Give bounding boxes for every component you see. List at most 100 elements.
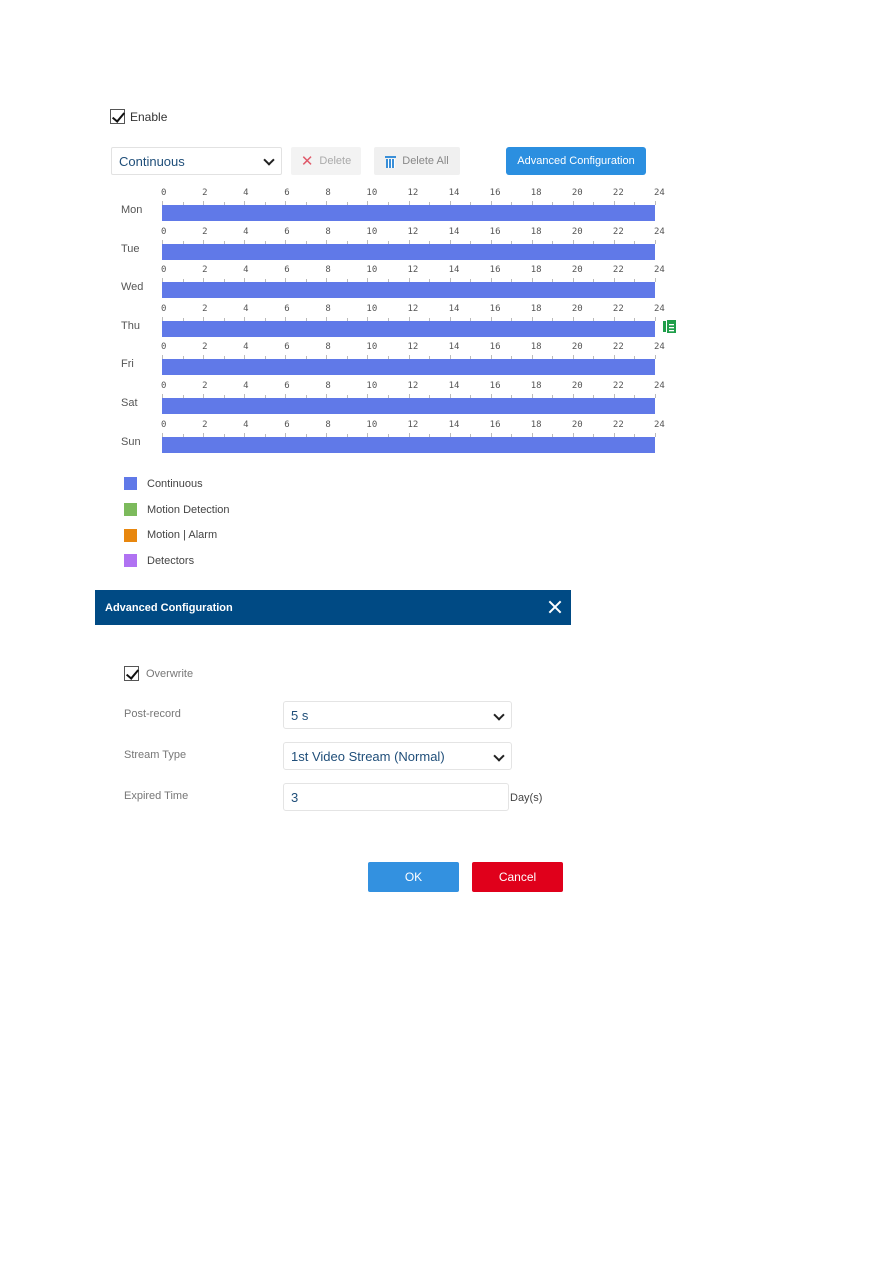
tick-label: 8 [325,188,331,198]
tick-label: 6 [284,226,290,237]
tick-label: 10 [366,380,378,391]
tick-label: 24 [654,303,665,314]
tick-mark [655,432,656,437]
legend-item: Motion Detection [124,497,230,523]
chevron-down-icon [493,750,505,762]
schedule-segment[interactable] [162,320,655,337]
legend-swatch [124,528,137,542]
tick-label: 18 [530,226,542,237]
legend-swatch [124,554,137,568]
copy-to-icon[interactable] [663,320,676,333]
tick-label: 18 [530,419,542,430]
stream-type-select[interactable]: 1st Video Stream (Normal) [283,742,512,770]
schedule-bar-track[interactable] [162,282,655,299]
schedule-segment[interactable] [162,397,655,414]
post-record-select[interactable]: 5 s [283,701,512,729]
legend-label: Continuous [147,477,203,490]
schedule-bar-track[interactable] [162,320,655,337]
tick-label: 6 [284,303,290,314]
schedule-segment[interactable] [162,436,655,453]
day-row: Sat 0 2 4 6 8 10 12 14 16 18 20 22 24 [110,381,690,420]
tick-label: 10 [366,303,378,314]
tick-label: 2 [202,188,208,198]
cancel-button[interactable]: Cancel [472,862,563,892]
schedule-toolbar: Continuous ✕ Delete Delete All Advanced … [111,147,651,175]
day-label: Wed [121,281,144,294]
time-ruler: 0 2 4 6 8 10 12 14 16 18 20 22 24 [161,265,665,283]
enable-checkbox-row[interactable]: Enable [110,109,167,124]
day-label: Fri [121,358,134,371]
schedule-bar-track[interactable] [162,205,655,221]
tick-label: 20 [571,342,583,353]
record-type-value: Continuous [119,153,185,169]
tick-label: 10 [366,419,378,430]
schedule-bar-track[interactable] [162,436,655,453]
post-record-value: 5 s [291,707,309,723]
record-type-select[interactable]: Continuous [111,147,282,175]
legend-item: Motion | Alarm [124,522,230,548]
tick-label: 6 [284,188,290,198]
tick-label: 14 [448,303,460,314]
tick-label: 2 [202,303,208,314]
tick-mark [655,201,656,205]
delete-button[interactable]: ✕ Delete [291,147,361,175]
tick-label: 16 [489,265,501,276]
stream-type-label: Stream Type [124,749,187,761]
legend-label: Motion | Alarm [147,529,218,542]
tick-mark [655,393,656,398]
tick-mark [655,316,656,321]
time-ruler: 0 2 4 6 8 10 12 14 16 18 20 22 24 [161,303,665,321]
tick-label: 20 [571,419,583,430]
tick-label: 8 [325,265,331,276]
weekly-schedule: Mon 0 2 4 6 8 10 12 14 16 18 20 22 24 Tue 0 2 4 6 8 10 12 14 16… [110,188,690,458]
schedule-bar-track[interactable] [162,397,655,414]
delete-all-button[interactable]: Delete All [374,147,460,175]
tick-label: 8 [325,342,331,353]
tick-label: 22 [612,226,624,237]
legend-item: Continuous [124,471,230,497]
enable-checkbox[interactable] [110,109,125,124]
tick-label: 4 [243,419,249,430]
dialog-title: Advanced Configuration [105,601,233,614]
tick-label: 10 [366,188,378,198]
tick-label: 18 [530,265,542,276]
tick-label: 0 [161,188,167,198]
schedule-segment[interactable] [162,282,655,299]
time-ruler: 0 2 4 6 8 10 12 14 16 18 20 22 24 [161,188,665,205]
expired-time-label: Expired Time [124,790,189,802]
expired-time-input[interactable] [283,783,509,811]
tick-label: 16 [489,303,501,314]
tick-label: 18 [530,380,542,391]
trash-icon [385,155,397,168]
schedule-bar-track[interactable] [162,359,655,376]
ok-button[interactable]: OK [368,862,459,892]
tick-label: 10 [366,265,378,276]
day-row: Thu 0 2 4 6 8 10 12 14 16 18 20 22 24 [110,304,690,343]
tick-label: 6 [284,380,290,391]
tick-label: 20 [571,226,583,237]
schedule-segment[interactable] [162,205,655,221]
overwrite-checkbox[interactable] [124,666,139,681]
tick-label: 4 [243,188,249,198]
schedule-segment[interactable] [162,359,655,376]
advanced-configuration-button[interactable]: Advanced Configuration [506,147,646,175]
stream-type-value: 1st Video Stream (Normal) [291,748,445,764]
day-label: Mon [121,204,143,216]
tick-label: 12 [407,419,419,430]
tick-label: 12 [407,342,419,353]
tick-mark [655,278,656,283]
tick-label: 0 [161,380,167,391]
tick-mark [655,355,656,360]
schedule-bar-track[interactable] [162,243,655,260]
tick-label: 16 [489,226,501,237]
tick-label: 12 [407,380,419,391]
schedule-segment[interactable] [162,243,655,260]
close-icon[interactable] [547,599,563,615]
tick-label: 20 [571,188,583,198]
tick-label: 16 [489,342,501,353]
overwrite-checkbox-row[interactable]: Overwrite [124,666,193,681]
tick-label: 8 [325,419,331,430]
tick-label: 24 [654,188,665,198]
tick-label: 8 [325,303,331,314]
post-record-label: Post-record [124,708,181,720]
